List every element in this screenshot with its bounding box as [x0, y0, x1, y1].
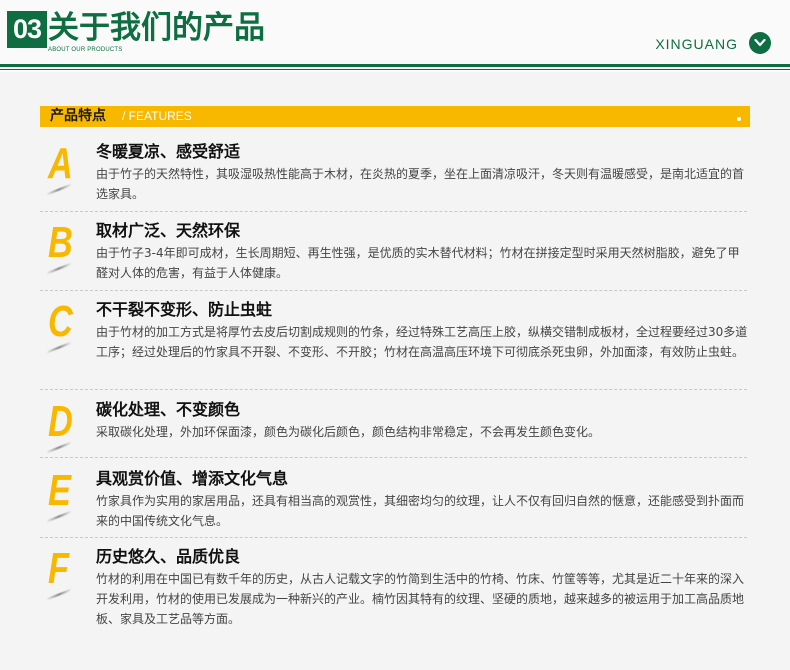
- item-title: 具观赏价值、增添文化气息: [96, 469, 289, 488]
- item-divider: [40, 389, 747, 390]
- page-header: 03 关于我们的产品 ABOUT OUR PRODUCTS XINGUANG: [0, 0, 790, 72]
- item-letter: A: [48, 139, 73, 188]
- item-letter: D: [48, 397, 73, 446]
- item-body: 由于竹子3-4年即可成材，生长周期短、再生性强，是优质的实木替代材料；竹材在拼接…: [96, 246, 740, 280]
- item-letter: B: [48, 218, 73, 267]
- item-title: 取材广泛、天然环保: [96, 221, 241, 240]
- item-letter: F: [48, 544, 69, 593]
- brand-name: XINGUANG: [655, 36, 738, 52]
- item-body: 采取碳化处理，外加环保面漆，颜色为碳化后颜色，颜色结构非常稳定，不会再发生颜色变…: [96, 425, 601, 439]
- item-letter: C: [48, 297, 73, 346]
- section-number: 03: [7, 11, 47, 48]
- item-divider: [40, 290, 747, 291]
- features-dot: [737, 117, 741, 121]
- item-body: 由于竹材的加工方式是将厚竹去皮后切割成规则的竹条，经过特殊工艺高压上胶，纵横交错…: [96, 325, 748, 359]
- features-bar: 产品特点 / FEATURES: [40, 106, 750, 127]
- item-divider: [40, 537, 747, 538]
- item-letter: E: [48, 466, 71, 515]
- features-title-cn: 产品特点: [50, 108, 106, 124]
- item-divider: [40, 211, 747, 212]
- item-title: 碳化处理、不变颜色: [96, 400, 241, 419]
- item-title: 冬暖夏凉、感受舒适: [96, 142, 241, 161]
- item-divider: [40, 457, 747, 458]
- item-body: 竹材的利用在中国已有数千年的历史，从古人记载文字的竹简到生活中的竹椅、竹床、竹筐…: [96, 572, 745, 626]
- header-divider: [0, 64, 790, 67]
- section-subtitle: ABOUT OUR PRODUCTS: [48, 47, 123, 53]
- section-title: 关于我们的产品: [48, 10, 265, 46]
- chevron-down-icon[interactable]: [749, 32, 771, 54]
- header-divider-thin: [0, 69, 790, 70]
- item-body: 由于竹子的天然特性，其吸湿吸热性能高于木材，在炎热的夏季，坐在上面清凉吸汗，冬天…: [96, 167, 745, 201]
- features-title-en: / FEATURES: [122, 109, 192, 123]
- item-title: 不干裂不变形、防止虫蛀: [96, 300, 273, 319]
- item-body: 竹家具作为实用的家居用品，还具有相当高的观赏性，其细密均匀的纹理，让人不仅有回归…: [96, 494, 745, 528]
- item-title: 历史悠久、品质优良: [96, 547, 241, 566]
